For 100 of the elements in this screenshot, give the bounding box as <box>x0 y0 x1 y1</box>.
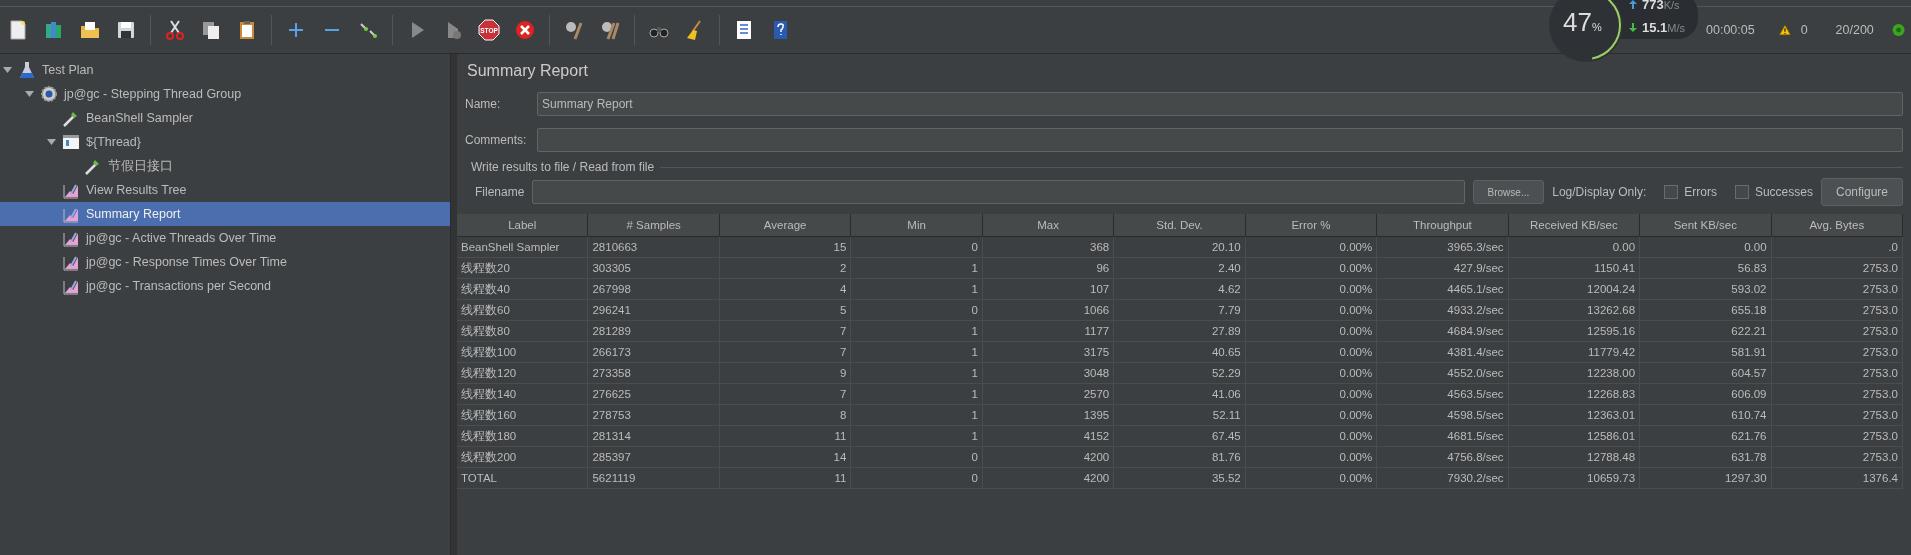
column-header[interactable]: Sent KB/sec <box>1640 214 1772 236</box>
table-cell: 4933.2/sec <box>1377 300 1509 320</box>
table-cell: 7 <box>719 384 852 404</box>
column-header[interactable]: # Samples <box>588 214 720 236</box>
comments-field[interactable] <box>537 128 1903 152</box>
table-cell: 4200 <box>982 468 1115 488</box>
table-cell: 7 <box>719 321 852 341</box>
table-cell: 线程数60 <box>457 300 589 320</box>
tree-item[interactable]: Summary Report <box>0 202 450 226</box>
column-header[interactable]: Min <box>851 214 983 236</box>
table-cell: 3048 <box>982 363 1115 383</box>
table-cell: 606.09 <box>1640 384 1772 404</box>
table-cell: 8 <box>719 405 852 425</box>
table-cell: 0.00 <box>1508 237 1641 257</box>
tree-item[interactable]: BeanShell Sampler <box>0 106 450 130</box>
table-cell: 4 <box>719 279 852 299</box>
column-header[interactable]: Average <box>719 214 852 236</box>
table-cell: 1395 <box>982 405 1115 425</box>
upload-rate: 773K/s <box>1642 0 1680 12</box>
table-cell: 4552.0/sec <box>1377 363 1509 383</box>
table-cell: 0.00 <box>1640 237 1772 257</box>
name-field[interactable]: Summary Report <box>537 92 1903 116</box>
table-cell: 427.9/sec <box>1377 258 1509 278</box>
table-cell: 线程数200 <box>457 447 589 467</box>
table-cell: 线程数140 <box>457 384 589 404</box>
name-label: Name: <box>465 97 502 111</box>
table-cell: 4756.8/sec <box>1377 447 1509 467</box>
table-cell: 96 <box>982 258 1115 278</box>
caret-down-icon[interactable] <box>24 91 34 97</box>
dropper-icon <box>62 109 80 127</box>
table-cell: 4200 <box>982 447 1115 467</box>
table-cell: 11 <box>719 468 852 488</box>
table-cell: 296241 <box>588 300 720 320</box>
table-cell: 12595.16 <box>1508 321 1641 341</box>
flask-icon <box>18 61 36 79</box>
column-header[interactable]: Label <box>457 214 589 236</box>
table-cell: 621.76 <box>1640 426 1772 446</box>
column-header[interactable]: Received KB/sec <box>1508 214 1641 236</box>
table-cell: 11 <box>719 426 852 446</box>
table-cell: 41.06 <box>1114 384 1246 404</box>
tree-item[interactable]: jp@gc - Stepping Thread Group <box>0 82 450 106</box>
table-cell: 1376.4 <box>1771 468 1903 488</box>
configure-button[interactable]: Configure <box>1820 178 1903 206</box>
table-cell: 1150.41 <box>1508 258 1641 278</box>
table-cell: 1 <box>851 384 983 404</box>
column-header[interactable]: Error % <box>1245 214 1378 236</box>
table-cell: 278753 <box>588 405 720 425</box>
panel-title: Summary Report <box>467 62 589 80</box>
column-header[interactable]: Std. Dev. <box>1114 214 1246 236</box>
table-cell: 2810663 <box>588 237 720 257</box>
checkbox[interactable] <box>1734 185 1749 199</box>
table-cell: 14 <box>719 447 852 467</box>
table-cell: 52.11 <box>1114 405 1246 425</box>
table-cell: 4598.5/sec <box>1377 405 1509 425</box>
table-cell: 5 <box>719 300 852 320</box>
table-cell: 线程数160 <box>457 405 589 425</box>
column-header[interactable]: Max <box>982 214 1115 236</box>
table-cell: 13262.68 <box>1508 300 1641 320</box>
tree-item[interactable]: 节假日接口 <box>0 154 450 178</box>
filename-field[interactable] <box>532 180 1465 204</box>
table-cell: 1066 <box>982 300 1115 320</box>
table-cell: 线程数20 <box>457 258 589 278</box>
table-cell: 1 <box>851 258 983 278</box>
table-cell: 273358 <box>588 363 720 383</box>
download-rate: 15.1M/s <box>1642 20 1686 35</box>
comments-label: Comments: <box>465 133 528 147</box>
log-display-label: Log/Display Only: <box>1552 185 1647 199</box>
table-cell: BeanShell Sampler <box>457 237 589 257</box>
table-cell: 67.45 <box>1114 426 1246 446</box>
browse-button[interactable]: Browse... <box>1472 180 1545 204</box>
table-cell: 0.00% <box>1245 363 1378 383</box>
table-cell: 0 <box>851 300 983 320</box>
table-cell: 0.00% <box>1245 300 1378 320</box>
table-cell: 0.00% <box>1245 342 1378 362</box>
column-header[interactable]: Avg. Bytes <box>1771 214 1903 236</box>
tree-item[interactable]: View Results Tree <box>0 178 450 202</box>
tree-item[interactable]: ${Thread} <box>0 130 450 154</box>
caret-down-icon[interactable] <box>46 139 56 145</box>
table-cell: 0 <box>851 237 983 257</box>
table-cell: 4681.5/sec <box>1377 426 1509 446</box>
tree-item[interactable]: jp@gc - Active Threads Over Time <box>0 226 450 250</box>
table-cell: 7930.2/sec <box>1377 468 1509 488</box>
tree-item[interactable]: Test Plan <box>0 58 450 82</box>
tree-item[interactable]: jp@gc - Response Times Over Time <box>0 250 450 274</box>
table-cell: 1 <box>851 279 983 299</box>
arrow-down-icon <box>1629 23 1637 32</box>
table-cell: 12788.48 <box>1508 447 1641 467</box>
table-cell: 12238.00 <box>1508 363 1641 383</box>
table-cell: 4.62 <box>1114 279 1246 299</box>
checkbox[interactable] <box>1664 185 1679 199</box>
table-cell: 1177 <box>982 321 1115 341</box>
column-header[interactable]: Throughput <box>1377 214 1509 236</box>
caret-down-icon[interactable] <box>2 67 12 73</box>
table-cell: 303305 <box>588 258 720 278</box>
table-cell: 281289 <box>588 321 720 341</box>
table-cell: 7.79 <box>1114 300 1246 320</box>
table-cell: 0 <box>851 447 983 467</box>
table-cell: 593.02 <box>1640 279 1772 299</box>
table-cell: 12004.24 <box>1508 279 1641 299</box>
tree-item[interactable]: jp@gc - Transactions per Second <box>0 274 450 298</box>
